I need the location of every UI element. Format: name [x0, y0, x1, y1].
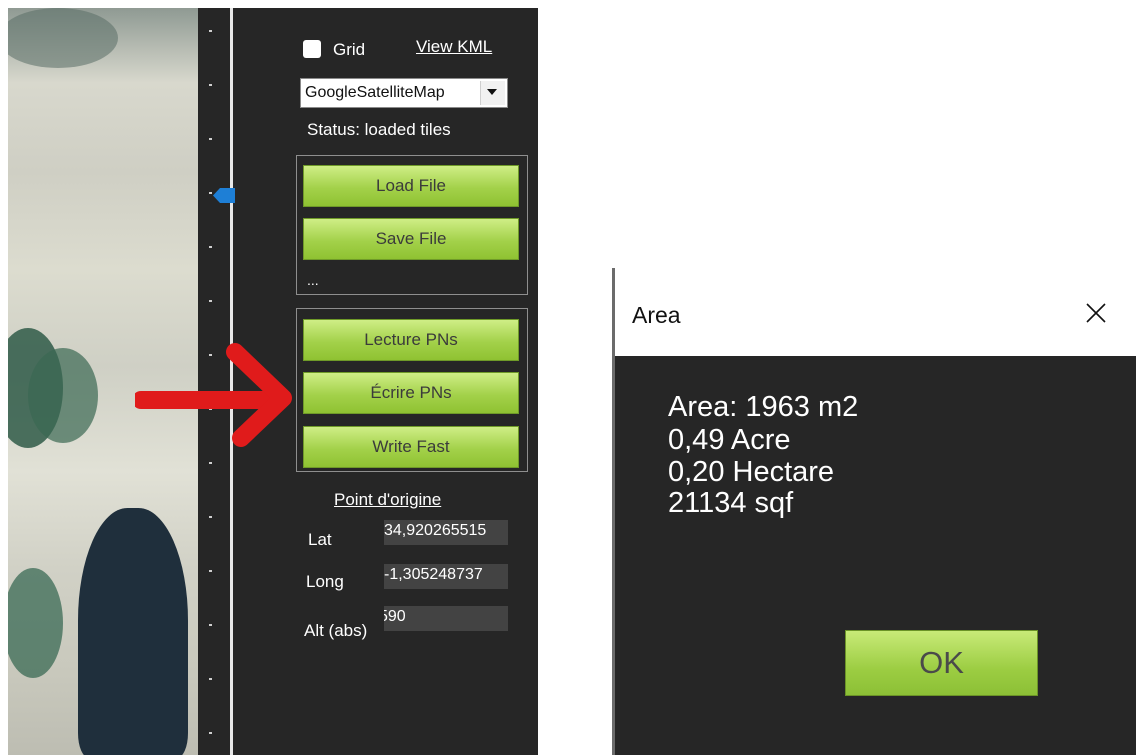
long-label: Long: [306, 572, 344, 591]
close-icon[interactable]: [1085, 302, 1107, 324]
map-provider-select[interactable]: GoogleSatelliteMap: [300, 78, 508, 108]
dialog-titlebar: Area: [615, 268, 1136, 356]
zoom-tick: [209, 246, 212, 248]
grid-label: Grid: [333, 40, 366, 59]
area-dialog: Area Area: 1963 m2 0,49 Acre 0,20 Hectar…: [612, 268, 1136, 755]
status-text: Status: loaded tiles: [307, 120, 451, 139]
zoom-tick: [209, 192, 212, 194]
lat-field[interactable]: 34,920265515: [384, 520, 508, 545]
ok-button[interactable]: OK: [845, 630, 1038, 696]
lat-label: Lat: [308, 530, 332, 549]
map-tree-4: [78, 508, 188, 755]
zoom-tick: [209, 570, 212, 572]
area-hectare-text: 0,20 Hectare: [668, 456, 835, 488]
write-fast-button[interactable]: Write Fast: [303, 426, 519, 468]
map-provider-value: GoogleSatelliteMap: [305, 84, 445, 101]
map-tree-3: [28, 348, 98, 443]
save-file-button[interactable]: Save File: [303, 218, 519, 260]
zoom-tick: [209, 624, 212, 626]
pn-group: Lecture PNs Écrire PNs Write Fast: [296, 308, 528, 472]
area-acre-text: 0,49 Acre: [668, 424, 791, 456]
zoom-tick: [209, 516, 212, 518]
origin-heading: Point d'origine: [334, 490, 442, 509]
red-arrow-annotation: [135, 343, 292, 447]
file-group: Load File Save File ...: [296, 155, 528, 295]
area-sqf-text: 21134 sqf: [668, 487, 794, 519]
map-tree-1: [8, 8, 118, 68]
dialog-title: Area: [632, 302, 681, 328]
alt-field[interactable]: 590: [384, 606, 508, 631]
zoom-tick: [209, 30, 212, 32]
lecture-pns-button[interactable]: Lecture PNs: [303, 319, 519, 361]
zoom-tick: [209, 678, 212, 680]
alt-label: Alt (abs): [304, 621, 368, 640]
ecrire-pns-button[interactable]: Écrire PNs: [303, 372, 519, 414]
file-status-ellipsis: ...: [307, 272, 319, 288]
zoom-tick: [209, 462, 212, 464]
zoom-slider-thumb[interactable]: [213, 188, 235, 203]
zoom-tick: [209, 138, 212, 140]
zoom-tick: [209, 732, 212, 734]
load-file-button[interactable]: Load File: [303, 165, 519, 207]
zoom-tick: [209, 84, 212, 86]
long-field[interactable]: -1,305248737: [384, 564, 508, 589]
grid-checkbox[interactable]: [303, 40, 321, 58]
dialog-body: Area: 1963 m2 0,49 Acre 0,20 Hectare 211…: [615, 356, 1136, 755]
view-kml-link[interactable]: View KML: [416, 37, 492, 57]
map-tree-5: [8, 568, 63, 678]
zoom-tick: [209, 300, 212, 302]
chevron-down-icon[interactable]: [480, 81, 505, 105]
area-m2-text: Area: 1963 m2: [668, 391, 859, 423]
